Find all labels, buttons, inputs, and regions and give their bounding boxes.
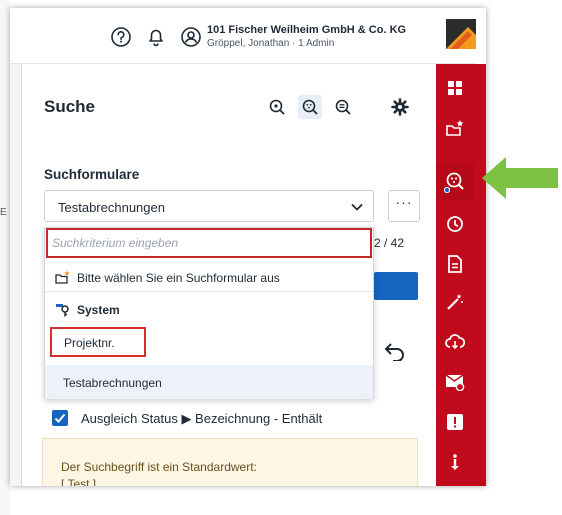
result-count: 2 / 42 (374, 236, 405, 250)
app-window: 101 Fischer Weilheim GmbH & Co. KG Gröpp… (10, 8, 486, 486)
undo-icon[interactable] (384, 341, 406, 361)
nav-info[interactable] (436, 444, 474, 480)
mail-icon (445, 374, 465, 391)
app-logo[interactable] (446, 19, 476, 49)
dropdown-group: System (45, 298, 373, 322)
dropdown-item-projektnr[interactable]: Projektnr. (50, 327, 146, 357)
history-icon (447, 216, 463, 232)
wizard-icon (447, 294, 463, 310)
nav-cloud-sync[interactable] (436, 324, 474, 360)
nav-alert[interactable] (436, 404, 474, 440)
help-icon[interactable] (110, 26, 132, 48)
search-button[interactable] (374, 272, 418, 300)
dashboard-icon (448, 81, 462, 95)
info-icon (451, 454, 459, 470)
dropdown-item-testabrechnungen[interactable]: Testabrechnungen (45, 365, 373, 399)
right-navigation (436, 64, 486, 486)
alert-icon (447, 414, 463, 430)
user-line[interactable]: Gröppel, Jonathan · 1 Admin (207, 38, 334, 49)
nav-document[interactable] (436, 246, 474, 282)
gear-icon[interactable] (388, 95, 412, 119)
chevron-down-icon (351, 203, 363, 211)
nav-dashboard[interactable] (436, 70, 474, 106)
document-icon (448, 255, 462, 273)
user-icon[interactable] (180, 26, 202, 48)
dropdown-hint: Bitte wählen Sie ein Suchformular aus (45, 262, 373, 292)
criterion-checkbox[interactable] (52, 410, 68, 426)
cloud-sync-icon (445, 334, 465, 350)
favorites-icon (446, 120, 464, 136)
search-simple-icon[interactable] (265, 95, 289, 119)
search-form-select[interactable]: Testabrechnungen (44, 190, 374, 222)
search-list-icon[interactable] (331, 95, 355, 119)
list-item: Testabrechnungen (63, 376, 162, 390)
nav-mail[interactable] (436, 364, 474, 400)
list-item: Projektnr. (64, 336, 115, 350)
search-form-icon[interactable] (298, 95, 322, 119)
callout-arrow (482, 157, 558, 199)
background-edge (0, 0, 10, 515)
more-button[interactable]: ··· (388, 190, 420, 222)
criterion-label: Ausgleich Status ▶ Bezeichnung - Enthält (81, 411, 323, 426)
dropdown-group-label: System (77, 303, 120, 317)
panel-title: Suche (44, 97, 96, 116)
organization-name[interactable]: 101 Fischer Weilheim GmbH & Co. KG (207, 24, 406, 36)
search-form-dropdown: Bitte wählen Sie ein Suchformular aus Sy… (44, 227, 374, 399)
nav-history[interactable] (436, 206, 474, 242)
info-box: Der Suchbegriff ist ein Standardwert: [ … (42, 438, 418, 486)
search-icon (444, 172, 464, 193)
info-text: Der Suchbegriff ist ein Standardwert: (61, 460, 257, 474)
nav-favorites[interactable] (436, 110, 474, 146)
form-select-icon (55, 270, 70, 284)
checkmark-icon (54, 413, 66, 423)
section-label: Suchformulare (44, 167, 140, 182)
bell-icon[interactable] (145, 26, 167, 48)
nav-search[interactable] (436, 164, 474, 200)
criterion-search-input[interactable] (46, 228, 372, 258)
system-key-icon (56, 304, 69, 317)
side-letter: E (0, 207, 7, 218)
nav-wizard[interactable] (436, 284, 474, 320)
collapsed-left-pane (10, 64, 22, 486)
top-header: 101 Fischer Weilheim GmbH & Co. KG Gröpp… (10, 8, 476, 64)
dropdown-hint-text: Bitte wählen Sie ein Suchformular aus (77, 271, 280, 285)
info-default-value: [ Test ] (61, 477, 97, 486)
selected-form: Testabrechnungen (58, 200, 165, 215)
